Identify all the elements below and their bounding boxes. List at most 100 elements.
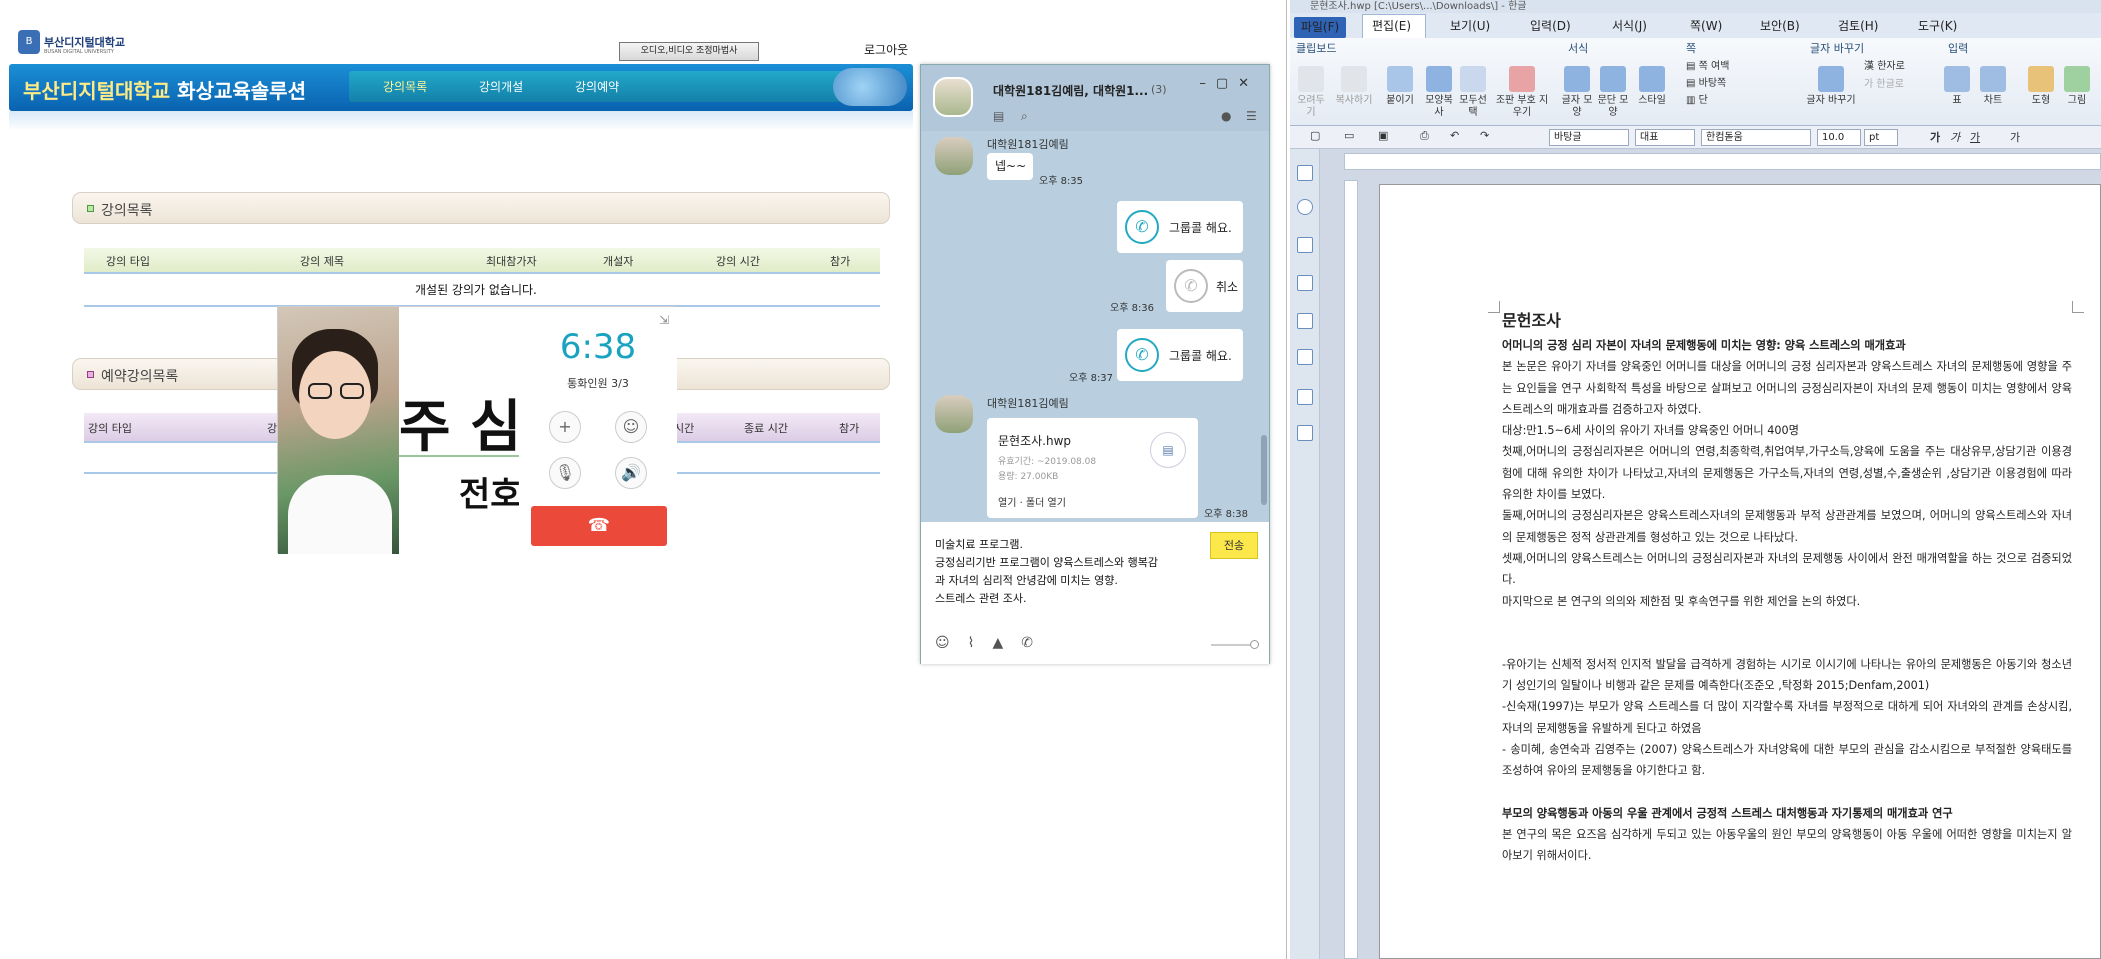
font-size-combo[interactable]: 10.0	[1817, 129, 1861, 146]
strike-icon[interactable]: 가	[2010, 129, 2020, 145]
underline-icon[interactable]: 가	[1970, 129, 1980, 145]
speaker-icon[interactable]: 🔊	[615, 457, 647, 489]
cut-button[interactable]: 오려두기	[1294, 66, 1328, 119]
new-doc-icon[interactable]: ▢	[1310, 129, 1320, 142]
document-page[interactable]: 문헌조사 어머니의 긍정 심리 자본이 자녀의 문제행동에 미치는 영향: 양육…	[1379, 184, 2101, 959]
menu-file[interactable]: 파일(F)	[1294, 17, 1346, 38]
form-icon[interactable]	[1297, 349, 1313, 365]
paste-button[interactable]: 붙이기	[1380, 66, 1420, 107]
button-label: 복사하기	[1335, 95, 1373, 106]
italic-icon[interactable]: 가	[1950, 129, 1960, 145]
menu-icon[interactable]: ☰	[1246, 109, 1257, 123]
add-participant-icon[interactable]: +	[549, 411, 581, 443]
attach-icon[interactable]: ⌇	[968, 635, 993, 651]
logout-link[interactable]: 로그아웃	[864, 41, 908, 58]
message-bubble[interactable]: 넵~~	[987, 153, 1033, 180]
bubble-text: 취소	[1216, 280, 1239, 294]
message-input[interactable]: 미술치료 프로그램. 긍정심리기반 프로그램이 양육스트레스와 행복감 과 자녀…	[935, 536, 1158, 608]
bell-icon[interactable]: ●	[1221, 109, 1231, 123]
erase-icon	[1509, 66, 1535, 92]
file-message[interactable]: 문현조사.hwp 유효기간: ~2019.08.08 용량: 27.00KB 열…	[987, 418, 1198, 518]
document-icon[interactable]	[1297, 313, 1313, 329]
book-icon[interactable]	[1297, 165, 1313, 181]
redo-icon[interactable]: ↷	[1480, 129, 1489, 142]
emoji-icon[interactable]: ☺	[935, 635, 968, 651]
chat-scrollbar[interactable]	[1261, 435, 1267, 505]
phone-icon: ✆	[1174, 269, 1208, 303]
sender-avatar[interactable]	[935, 395, 973, 433]
format-toolbar: ▢ ▭ ▣ ⎙ ↶ ↷ 바탕글 대표 한컴돋움 10.0 pt 가 가 가 가	[1290, 126, 2101, 149]
menu-lecture-reserve[interactable]: 강의예약	[575, 78, 619, 95]
col-type: 강의 타입	[106, 255, 150, 268]
text-icon[interactable]	[1297, 425, 1313, 441]
button-label: 바탕쪽	[1698, 78, 1727, 89]
page-margin-button[interactable]: ▤ 쪽 여백	[1686, 58, 1796, 75]
char-shape-button[interactable]: 글자 모양	[1560, 66, 1594, 119]
drawer-icon[interactable]: ▤	[993, 109, 1004, 123]
menu-view[interactable]: 보기(U)	[1450, 17, 1490, 34]
cancel-call-bubble[interactable]: ✆ 취소	[1166, 260, 1243, 312]
image-icon[interactable]	[1297, 389, 1313, 405]
print-icon[interactable]: ⎙	[1420, 129, 1429, 143]
logo-text: 부산디지털대학교	[44, 36, 125, 49]
unit-combo[interactable]: pt	[1864, 129, 1898, 146]
menu-lecture-open[interactable]: 강의개설	[479, 78, 523, 95]
select-all-button[interactable]: 모두선택	[1456, 66, 1490, 119]
shape-button[interactable]: 도형	[2024, 66, 2058, 107]
group-call-bubble[interactable]: ✆ 그룹콜 해요.	[1117, 201, 1243, 253]
format-copy-button[interactable]: 모양복사	[1422, 66, 1456, 119]
menu-page[interactable]: 쪽(W)	[1690, 17, 1722, 34]
end-call-button[interactable]: ☎	[531, 506, 667, 546]
master-page-button[interactable]: ▤ 바탕쪽	[1686, 75, 1796, 92]
slider-knob[interactable]	[1250, 640, 1259, 649]
open-icon[interactable]: ▭	[1344, 129, 1354, 142]
sender-avatar[interactable]	[935, 137, 973, 175]
menu-tools[interactable]: 도구(K)	[1918, 17, 1957, 34]
help-icon[interactable]	[1297, 199, 1313, 215]
to-hanja-button[interactable]: 漢 한자로	[1864, 58, 1934, 76]
call-icon[interactable]: ✆	[1021, 635, 1051, 651]
menu-edit[interactable]: 편집(E)	[1372, 17, 1411, 34]
chart-button[interactable]: 차트	[1976, 66, 2010, 107]
button-label: 모양복사	[1425, 95, 1453, 118]
bullet-icon	[87, 371, 94, 378]
document-icon[interactable]: ▤	[1150, 432, 1186, 468]
style-combo[interactable]: 바탕글	[1549, 129, 1629, 146]
font-combo[interactable]: 한컴돋움	[1701, 129, 1811, 146]
save-icon[interactable]: ▣	[1378, 129, 1388, 142]
opacity-slider[interactable]	[1211, 640, 1259, 649]
av-wizard-button[interactable]: 오디오,비디오 조정마법사	[619, 42, 759, 61]
file-actions[interactable]: 열기 · 폴더 열기	[998, 494, 1066, 509]
mic-icon[interactable]: 🎙	[549, 457, 581, 489]
para-shape-button[interactable]: 문단 모양	[1596, 66, 1630, 119]
copy-button[interactable]: 복사하기	[1330, 66, 1378, 107]
lightning-icon[interactable]	[1297, 275, 1313, 291]
language-combo[interactable]: 대표	[1635, 129, 1695, 146]
menu-format[interactable]: 서식(J)	[1612, 17, 1647, 34]
clear-codes-button[interactable]: 조판 부호 지우기	[1492, 66, 1552, 119]
menu-security[interactable]: 보안(B)	[1760, 17, 1800, 34]
send-button[interactable]: 전송	[1210, 532, 1258, 559]
search-icon[interactable]: ⌕	[1021, 109, 1028, 124]
menu-review[interactable]: 검토(H)	[1838, 17, 1878, 34]
picture-button[interactable]: 그림	[2060, 66, 2094, 107]
table-button[interactable]: 표	[1940, 66, 1974, 107]
group-call-bubble[interactable]: ✆ 그룹콜 해요.	[1117, 329, 1243, 381]
horizontal-ruler[interactable]	[1344, 153, 2101, 170]
bold-icon[interactable]: 가	[1930, 129, 1940, 145]
replace-icon	[1818, 66, 1844, 92]
undo-icon[interactable]: ↶	[1450, 129, 1459, 142]
menu-insert[interactable]: 입력(D)	[1530, 17, 1571, 34]
face-filter-icon[interactable]: ☺	[615, 411, 647, 443]
style-button[interactable]: 스타일	[1632, 66, 1672, 107]
vertical-ruler[interactable]	[1344, 180, 1358, 959]
to-hangul-button[interactable]: 가 한글로	[1864, 76, 1934, 94]
menu-lecture-list[interactable]: 강의목록	[383, 78, 427, 95]
document-text[interactable]: 문헌조사 어머니의 긍정 심리 자본이 자녀의 문제행동에 미치는 영향: 양육…	[1502, 309, 2072, 867]
replace-button[interactable]: 글자 바꾸기	[1802, 66, 1860, 107]
list-icon[interactable]	[1297, 237, 1313, 253]
window-controls[interactable]: –▢✕	[1199, 76, 1259, 91]
column-button[interactable]: ▥ 단	[1686, 92, 1796, 109]
image-icon[interactable]: ▲	[992, 635, 1021, 651]
expand-icon[interactable]: ⇲	[659, 313, 669, 327]
